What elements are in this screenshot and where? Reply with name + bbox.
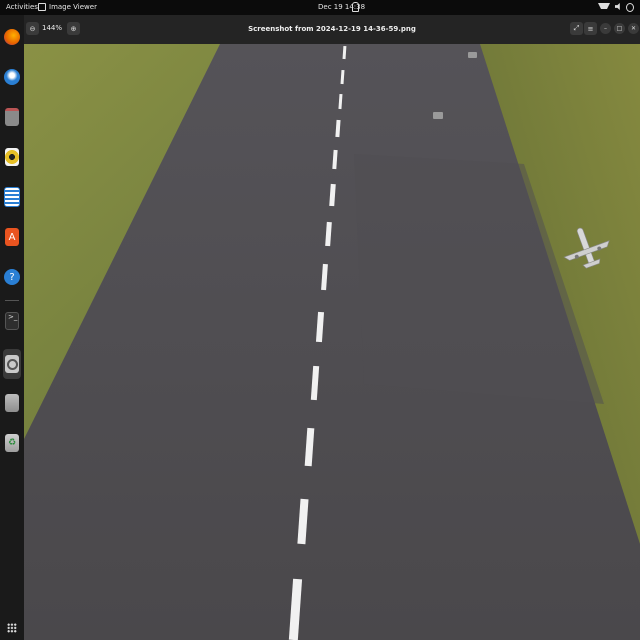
minimize-icon: –: [604, 25, 607, 32]
dock-app-center[interactable]: A: [3, 225, 21, 249]
edge-light: [468, 52, 477, 58]
app-center-icon: A: [5, 228, 19, 246]
minimize-button[interactable]: –: [600, 23, 611, 34]
terminal-icon: >_: [5, 312, 19, 330]
app-menu[interactable]: Image Viewer: [38, 3, 97, 11]
top-panel: Activities Image Viewer Dec 19 14:38: [0, 0, 640, 15]
drive-icon: [5, 394, 19, 412]
dock-separator: [5, 300, 19, 301]
dock-rhythmbox[interactable]: [3, 145, 21, 169]
dock-writer[interactable]: [3, 185, 21, 209]
writer-icon: [4, 187, 20, 207]
dock-thunderbird[interactable]: [3, 65, 21, 89]
app-name: Image Viewer: [49, 3, 97, 11]
notification-icon: [352, 2, 359, 12]
firefox-icon: [4, 29, 20, 45]
dock-help[interactable]: ?: [3, 265, 21, 289]
dock-drive[interactable]: [3, 391, 21, 415]
runway-photo: [24, 44, 640, 640]
window-header: ⊖ 144% ⌄ ⊕ Screenshot from 2024-12-19 14…: [24, 15, 640, 44]
maximize-button[interactable]: □: [614, 23, 625, 34]
thunderbird-icon: [4, 69, 20, 85]
dock-trash[interactable]: ♻: [3, 431, 21, 455]
dock-firefox[interactable]: [3, 25, 21, 49]
dock-image-viewer[interactable]: [3, 349, 21, 379]
window-title: Screenshot from 2024-12-19 14-36-59.png: [248, 25, 416, 33]
hamburger-icon: ≡: [587, 24, 594, 33]
image-viewer-small-icon: [38, 3, 46, 11]
edge-light: [433, 112, 443, 119]
close-icon: ✕: [630, 25, 637, 32]
help-icon: ?: [4, 269, 20, 285]
maximize-icon: □: [616, 25, 623, 32]
files-icon: [5, 108, 19, 126]
fullscreen-icon: ⤢: [573, 24, 580, 32]
trash-icon: ♻: [5, 434, 19, 452]
close-button[interactable]: ✕: [628, 23, 639, 34]
power-icon: [626, 3, 634, 12]
activities-button[interactable]: Activities: [6, 3, 38, 11]
dock: A ? >_ ♻: [0, 15, 24, 640]
image-viewer-icon: [5, 355, 19, 373]
menu-button[interactable]: ≡: [584, 22, 597, 35]
volume-icon: [615, 3, 620, 10]
image-canvas[interactable]: [24, 44, 640, 640]
fullscreen-button[interactable]: ⤢: [570, 22, 583, 35]
dock-terminal[interactable]: >_: [3, 309, 21, 333]
show-apps-icon[interactable]: [7, 623, 17, 633]
rhythmbox-icon: [5, 148, 19, 166]
dock-files[interactable]: [3, 105, 21, 129]
